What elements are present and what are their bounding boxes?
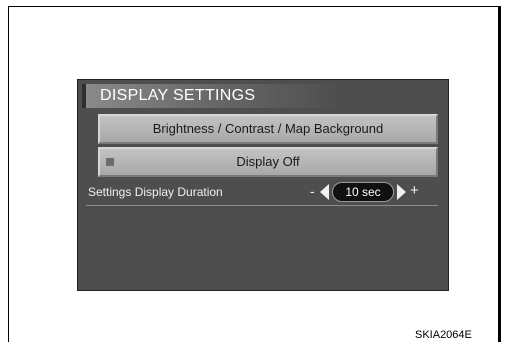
indicator-square-icon: [106, 158, 114, 166]
display-off-button[interactable]: Display Off: [98, 147, 438, 177]
button-label: Brightness / Contrast / Map Background: [152, 121, 384, 136]
figure-caption: SKIA2064E: [415, 329, 472, 341]
duration-value: 10 sec: [332, 182, 394, 202]
minus-sign: -: [310, 183, 315, 199]
plus-sign: +: [410, 182, 419, 199]
figure-frame: DISPLAY SETTINGS Brightness / Contrast /…: [8, 6, 501, 342]
display-settings-screen: DISPLAY SETTINGS Brightness / Contrast /…: [77, 79, 449, 291]
title-bar: DISPLAY SETTINGS: [82, 84, 342, 108]
button-label: Display Off: [236, 154, 300, 169]
increase-arrow-icon[interactable]: [397, 184, 406, 200]
settings-display-duration-row: Settings Display Duration - 10 sec +: [86, 180, 438, 206]
page-title: DISPLAY SETTINGS: [100, 87, 256, 104]
brightness-contrast-map-background-button[interactable]: Brightness / Contrast / Map Background: [98, 114, 438, 144]
setting-label: Settings Display Duration: [88, 185, 223, 199]
decrease-arrow-icon[interactable]: [320, 184, 329, 200]
